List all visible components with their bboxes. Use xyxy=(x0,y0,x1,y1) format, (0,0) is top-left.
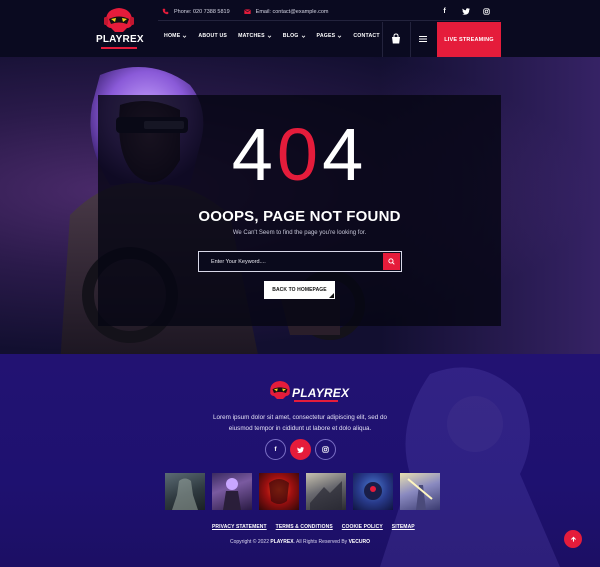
search-form xyxy=(198,251,402,272)
nav-label: MATCHES xyxy=(238,33,265,39)
error-title: OOOPS, PAGE NOT FOUND xyxy=(198,208,401,225)
copyright-prefix: Copyright © 2022 xyxy=(230,539,271,545)
facebook-icon[interactable]: f xyxy=(434,4,455,18)
footer-logo[interactable]: PLAYREX xyxy=(268,378,349,406)
top-contact-info: Phone: 020 7388 5819 Email: contact@exam… xyxy=(162,5,329,18)
back-to-homepage-button[interactable]: BACK TO HOMEPAGE xyxy=(264,281,335,299)
site-logo[interactable]: PLAYREX xyxy=(96,6,144,52)
twitter-icon[interactable] xyxy=(455,4,476,18)
header-social-links: f xyxy=(434,4,497,18)
nav-label: PAGES xyxy=(316,33,336,39)
instagram-icon[interactable] xyxy=(315,439,336,460)
gamer-mask-logo-icon xyxy=(104,8,134,32)
facebook-icon[interactable]: f xyxy=(265,439,286,460)
instagram-icon[interactable] xyxy=(476,4,497,18)
arrow-up-icon xyxy=(570,536,576,542)
nav-label: BLOG xyxy=(282,33,299,39)
nav-item-home[interactable]: HOME xyxy=(164,33,187,39)
error-code-digit: 4 xyxy=(231,113,277,196)
header-divider xyxy=(158,20,500,21)
hamburger-menu-icon[interactable] xyxy=(418,34,428,44)
footer-description: Lorem ipsum dolor sit amet, consectetur … xyxy=(200,412,400,434)
site-footer: PLAYREX Lorem ipsum dolor sit amet, cons… xyxy=(0,354,600,567)
nav-label: HOME xyxy=(164,33,181,39)
sitemap-link[interactable]: SITEMAP xyxy=(392,524,415,530)
phone-icon xyxy=(162,8,169,15)
footer-background-character xyxy=(380,367,560,567)
gallery-thumbnail[interactable] xyxy=(353,473,393,510)
copyright-brand: PLAYREX xyxy=(270,539,294,545)
phone-info: Phone: 020 7388 5819 xyxy=(162,8,230,15)
chevron-down-icon xyxy=(267,34,272,38)
button-corner-decoration xyxy=(329,293,334,298)
back-to-homepage-label: BACK TO HOMEPAGE xyxy=(272,287,327,293)
live-streaming-button[interactable]: LIVE STREAMING xyxy=(437,22,501,57)
logo-text: PLAYREX xyxy=(96,34,144,45)
chevron-down-icon xyxy=(301,34,305,38)
privacy-statement-link[interactable]: PRIVACY STATEMENT xyxy=(212,524,267,530)
search-button[interactable] xyxy=(383,253,400,270)
email-text[interactable]: Email: contact@example.com xyxy=(256,9,329,15)
footer-logo-text: PLAYREX xyxy=(292,386,350,400)
nav-item-blog[interactable]: BLOG xyxy=(283,33,306,39)
copyright-text: Copyright © 2022 PLAYREX. All Rights Res… xyxy=(0,539,600,545)
envelope-icon xyxy=(243,9,251,14)
error-code-digit-accent: 0 xyxy=(276,113,323,196)
footer-links: PRIVACY STATEMENT TERMS & CONDITIONS COO… xyxy=(212,524,415,530)
logo-underline xyxy=(101,47,137,49)
phone-text: Phone: 020 7388 5819 xyxy=(174,8,230,15)
gallery-thumbnail[interactable] xyxy=(165,473,205,510)
hero-background: 404 OOOPS, PAGE NOT FOUND We Can't Seem … xyxy=(0,57,600,354)
scroll-to-top-button[interactable] xyxy=(564,530,582,548)
cookie-policy-link[interactable]: COOKIE POLICY xyxy=(342,524,383,530)
copyright-owner[interactable]: VECURO xyxy=(349,539,370,545)
terms-conditions-link[interactable]: TERMS & CONDITIONS xyxy=(276,524,333,530)
shopping-bag-icon[interactable] xyxy=(390,33,402,45)
nav-divider xyxy=(382,22,383,57)
footer-social-links: f xyxy=(265,439,336,460)
site-header: PLAYREX Phone: 020 7388 5819 Email: cont… xyxy=(0,0,600,57)
email-info: Email: contact@example.com xyxy=(243,8,329,15)
nav-item-matches[interactable]: MATCHES xyxy=(238,33,272,39)
footer-description-line: eiusmod tempor in cididunt ut labore et … xyxy=(228,425,372,432)
chevron-down-icon xyxy=(183,34,187,38)
gallery-thumbnail[interactable] xyxy=(400,473,440,510)
gallery-thumbnail[interactable] xyxy=(306,473,346,510)
search-input[interactable] xyxy=(199,252,381,271)
nav-label: CONTACT xyxy=(353,33,380,39)
error-subtitle: We Can't Seem to find the page you're lo… xyxy=(232,230,367,236)
gamer-mask-logo-icon xyxy=(270,381,290,399)
twitter-icon[interactable] xyxy=(290,439,311,460)
main-navigation: HOME ABOUT US MATCHES BLOG PAGES CONTACT xyxy=(164,33,380,39)
footer-logo-underline xyxy=(294,400,338,402)
error-card: 404 OOOPS, PAGE NOT FOUND We Can't Seem … xyxy=(98,95,501,326)
error-code-digit: 4 xyxy=(322,113,368,196)
nav-divider xyxy=(410,22,411,57)
nav-label: ABOUT US xyxy=(198,33,228,39)
gallery-thumbnail[interactable] xyxy=(259,473,299,510)
footer-description-line: Lorem ipsum dolor sit amet, consectetur … xyxy=(213,414,387,421)
nav-item-pages[interactable]: PAGES xyxy=(317,33,343,39)
error-code: 404 xyxy=(98,115,501,195)
chevron-down-icon xyxy=(338,34,342,38)
nav-item-about-us[interactable]: ABOUT US xyxy=(198,33,227,39)
gallery-thumbnail[interactable] xyxy=(212,473,252,510)
copyright-middle: . All Rights Reserved By xyxy=(293,539,349,545)
footer-gallery xyxy=(165,473,440,510)
search-icon xyxy=(388,258,395,265)
nav-item-contact[interactable]: CONTACT xyxy=(353,33,379,39)
